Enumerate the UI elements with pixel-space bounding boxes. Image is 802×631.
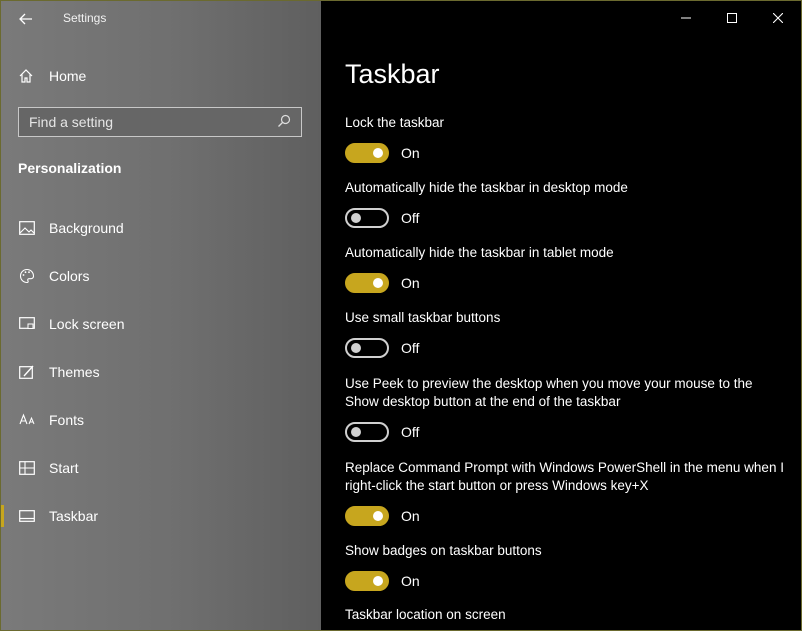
- sidebar-item-colors[interactable]: Colors: [1, 261, 321, 291]
- page-title: Taskbar: [345, 59, 440, 89]
- taskbar-location-heading: Taskbar location on screen: [345, 607, 506, 622]
- search-box[interactable]: [18, 107, 302, 137]
- toggle-state: Off: [401, 210, 420, 226]
- toggle-state: Off: [401, 424, 420, 440]
- sidebar-item-label: Themes: [49, 364, 100, 380]
- sidebar: Settings Home Personalization Background: [1, 1, 321, 630]
- sidebar-item-label: Background: [49, 220, 124, 236]
- toggle-switch[interactable]: [345, 571, 389, 591]
- setting-label: Replace Command Prompt with Windows Powe…: [345, 460, 784, 493]
- back-arrow-icon: [19, 13, 32, 25]
- setting-label: Lock the taskbar: [345, 115, 445, 130]
- fonts-icon: [18, 411, 36, 429]
- setting-label: Show badges on taskbar buttons: [345, 543, 542, 558]
- toggle-switch[interactable]: [345, 338, 389, 358]
- setting-autohide-desktop: Automatically hide the taskbar in deskto…: [345, 179, 785, 229]
- toggle-state: On: [401, 145, 420, 161]
- setting-lock-taskbar: Lock the taskbar On: [345, 114, 785, 164]
- minimize-icon: [681, 17, 691, 19]
- close-icon: [773, 13, 783, 23]
- toggle-state: On: [401, 508, 420, 524]
- main-content: Taskbar Lock the taskbar On Automaticall…: [321, 1, 801, 630]
- themes-icon: [18, 363, 36, 381]
- toggle-switch[interactable]: [345, 422, 389, 442]
- toggle-switch[interactable]: [345, 273, 389, 293]
- toggle-knob: [351, 213, 361, 223]
- setting-label: Automatically hide the taskbar in tablet…: [345, 245, 614, 260]
- sidebar-item-start[interactable]: Start: [1, 453, 321, 483]
- home-nav[interactable]: Home: [18, 65, 86, 87]
- palette-icon: [18, 267, 36, 285]
- sidebar-item-label: Lock screen: [49, 316, 125, 332]
- setting-small-buttons: Use small taskbar buttons Off: [345, 309, 785, 359]
- setting-label: Use small taskbar buttons: [345, 310, 501, 325]
- sidebar-item-label: Start: [49, 460, 79, 476]
- search-icon[interactable]: [277, 114, 293, 130]
- setting-badges: Show badges on taskbar buttons On: [345, 542, 785, 592]
- toggle-knob: [373, 148, 383, 158]
- toggle-knob: [373, 511, 383, 521]
- taskbar-icon: [18, 507, 36, 525]
- settings-window: Settings Home Personalization Background: [0, 0, 802, 631]
- sidebar-item-themes[interactable]: Themes: [1, 357, 321, 387]
- sidebar-item-label: Fonts: [49, 412, 85, 428]
- title-bar-left: Settings: [1, 1, 321, 37]
- toggle-state: On: [401, 573, 420, 589]
- maximize-button[interactable]: [709, 1, 755, 35]
- sidebar-item-label: Taskbar: [49, 508, 99, 524]
- toggle-knob: [373, 278, 383, 288]
- sidebar-item-background[interactable]: Background: [1, 213, 321, 243]
- section-title: Personalization: [18, 160, 122, 176]
- sidebar-item-taskbar[interactable]: Taskbar: [1, 501, 321, 531]
- sidebar-item-lock-screen[interactable]: Lock screen: [1, 309, 321, 339]
- toggle-knob: [351, 343, 361, 353]
- toggle-switch[interactable]: [345, 208, 389, 228]
- maximize-icon: [727, 13, 737, 23]
- toggle-switch[interactable]: [345, 143, 389, 163]
- setting-autohide-tablet: Automatically hide the taskbar in tablet…: [345, 244, 785, 294]
- setting-powershell: Replace Command Prompt with Windows Powe…: [345, 459, 785, 527]
- toggle-state: On: [401, 275, 420, 291]
- setting-label: Automatically hide the taskbar in deskto…: [345, 180, 628, 195]
- home-label: Home: [49, 68, 87, 84]
- toggle-knob: [351, 427, 361, 437]
- app-title: Settings: [63, 11, 107, 25]
- window-controls: [663, 1, 801, 35]
- image-icon: [18, 219, 36, 237]
- close-button[interactable]: [755, 1, 801, 35]
- sidebar-item-fonts[interactable]: Fonts: [1, 405, 321, 435]
- minimize-button[interactable]: [663, 1, 709, 35]
- toggle-state: Off: [401, 340, 420, 356]
- sidebar-item-label: Colors: [49, 268, 90, 284]
- back-button[interactable]: [13, 7, 39, 31]
- toggle-switch[interactable]: [345, 506, 389, 526]
- setting-peek: Use Peek to preview the desktop when you…: [345, 375, 785, 443]
- setting-label: Use Peek to preview the desktop when you…: [345, 376, 753, 409]
- lock-screen-icon: [18, 315, 36, 333]
- search-input[interactable]: [19, 114, 277, 130]
- toggle-knob: [373, 576, 383, 586]
- home-icon: [18, 68, 34, 84]
- start-icon: [18, 459, 36, 477]
